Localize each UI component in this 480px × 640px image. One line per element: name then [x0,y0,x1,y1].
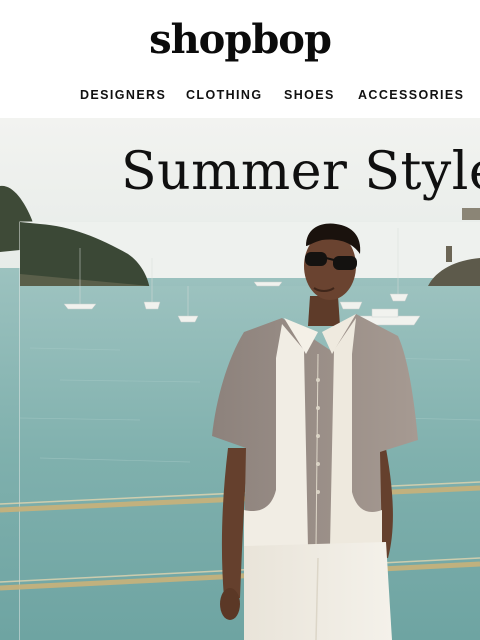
main-nav: DESIGNERS CLOTHING SHOES ACCESSORIES [0,88,480,106]
hero-banner[interactable]: Summer Style [0,118,480,640]
nav-item-designers[interactable]: DESIGNERS [80,88,166,102]
nav-item-accessories[interactable]: ACCESSORIES [358,88,464,102]
hero-title: Summer Style [121,142,480,202]
nav-item-clothing[interactable]: CLOTHING [186,88,262,102]
shopbop-logo[interactable]: shopbop [0,14,480,66]
site-header: shopbop DESIGNERS CLOTHING SHOES ACCESSO… [0,0,480,118]
nav-item-shoes[interactable]: SHOES [284,88,335,102]
